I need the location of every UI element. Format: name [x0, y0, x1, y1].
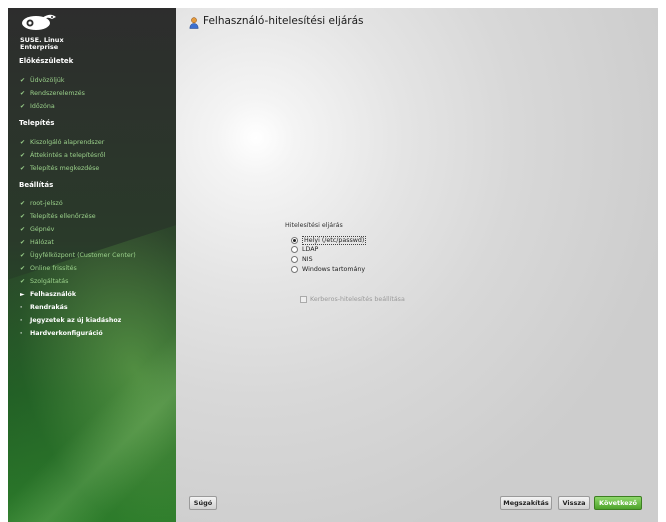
section-title-configuration: Beállítás: [19, 181, 54, 189]
sidebar-item-label: Rendrakás: [30, 304, 68, 311]
radio-label: NIS: [302, 256, 313, 263]
sidebar-item-online-update: ✔ Online frissítés: [20, 265, 77, 272]
sidebar-item-hardware-config: · Hardverkonfiguráció: [20, 330, 103, 337]
bullet-icon: ·: [20, 330, 23, 337]
back-button[interactable]: Vissza: [558, 496, 590, 510]
radio-windows-domain[interactable]: Windows tartomány: [291, 266, 365, 273]
sidebar-item-system-analysis: ✔ Rendszerelemzés: [20, 90, 85, 97]
radio-button[interactable]: [291, 256, 298, 263]
radio-local[interactable]: Helyi (/etc/passwd): [291, 236, 367, 245]
sidebar-item-customer-center: ✔ Ügyfélközpont (Customer Center): [20, 252, 136, 259]
section-title-installation: Telepítés: [19, 119, 55, 127]
abort-button[interactable]: Megszakítás: [500, 496, 552, 510]
sidebar-item-label: Telepítés ellenőrzése: [30, 213, 96, 220]
radio-label: Windows tartomány: [302, 266, 366, 273]
check-icon: ✔: [20, 103, 26, 110]
sidebar-item-server-base: ✔ Kiszolgáló alaprendszer: [20, 139, 104, 146]
radio-nis[interactable]: NIS: [291, 256, 313, 263]
brand-line-2: Enterprise: [20, 43, 59, 51]
sidebar-item-label: Üdvözöljük: [30, 77, 65, 84]
sidebar-item-label: Ügyfélközpont (Customer Center): [30, 252, 136, 259]
radio-button[interactable]: [291, 246, 298, 253]
check-icon: ✔: [20, 239, 26, 246]
sidebar-item-network: ✔ Hálózat: [20, 239, 54, 246]
user-icon: [189, 17, 199, 29]
checkbox-box[interactable]: [300, 296, 307, 303]
page-title: Felhasználó-hitelesítési eljárás: [203, 15, 364, 27]
sidebar-item-label: Időzóna: [30, 103, 55, 110]
check-icon: ✔: [20, 152, 26, 159]
check-icon: ✔: [20, 265, 26, 272]
sidebar-item-label: Szolgáltatás: [30, 278, 69, 285]
kerberos-label: Kerberos-hitelesítés beállítása: [310, 296, 405, 303]
check-icon: ✔: [20, 252, 26, 259]
check-icon: ✔: [20, 226, 26, 233]
sidebar-item-release-notes: · Jegyzetek az új kiadáshoz: [20, 317, 121, 324]
check-icon: ✔: [20, 90, 26, 97]
sidebar-item-label: Online frissítés: [30, 265, 77, 272]
arrow-right-icon: ►: [20, 291, 25, 298]
check-icon: ✔: [20, 139, 26, 146]
check-icon: ✔: [20, 200, 26, 207]
radio-label: LDAP: [302, 246, 319, 253]
main-content: [176, 8, 658, 522]
sidebar-item-label: Kiszolgáló alaprendszer: [30, 139, 105, 146]
bullet-icon: ·: [20, 317, 23, 324]
radio-button[interactable]: [291, 237, 298, 244]
check-icon: ✔: [20, 77, 26, 84]
sidebar-item-start-install: ✔ Telepítés megkezdése: [20, 165, 99, 172]
sidebar-item-label: Telepítés megkezdése: [30, 165, 100, 172]
bullet-icon: ·: [20, 304, 23, 311]
check-icon: ✔: [20, 165, 26, 172]
sidebar-item-install-check: ✔ Telepítés ellenőrzése: [20, 213, 96, 220]
section-title-preparation: Előkészületek: [19, 57, 74, 65]
radio-ldap[interactable]: LDAP: [291, 246, 318, 253]
sidebar-item-label: Jegyzetek az új kiadáshoz: [30, 317, 122, 324]
radio-button[interactable]: [291, 266, 298, 273]
sidebar-item-label: Hálózat: [30, 239, 54, 246]
sidebar-item-label: Hardverkonfiguráció: [30, 330, 103, 337]
sidebar-item-users: ► Felhasználók: [20, 291, 76, 298]
sidebar-item-hostname: ✔ Gépnév: [20, 226, 54, 233]
check-icon: ✔: [20, 278, 26, 285]
sidebar-item-timezone: ✔ Időzóna: [20, 103, 55, 110]
suse-chameleon-logo: [22, 14, 56, 30]
brand-text: SUSE. Linux Enterprise: [20, 37, 64, 51]
kerberos-checkbox[interactable]: Kerberos-hitelesítés beállítása: [300, 296, 405, 303]
sidebar-item-label: Rendszerelemzés: [30, 90, 85, 97]
sidebar-item-service: ✔ Szolgáltatás: [20, 278, 68, 285]
sidebar-item-welcome: ✔ Üdvözöljük: [20, 77, 64, 84]
sidebar-item-label: Felhasználók: [30, 291, 77, 298]
radio-label: Helyi (/etc/passwd): [302, 236, 367, 245]
sidebar-item-install-overview: ✔ Áttekintés a telepítésről: [20, 152, 105, 159]
check-icon: ✔: [20, 213, 26, 220]
sidebar-item-label: Áttekintés a telepítésről: [30, 152, 106, 159]
sidebar-item-label: Gépnév: [30, 226, 55, 233]
help-button[interactable]: Súgó: [189, 496, 217, 510]
sidebar-item-label: root-jelszó: [30, 200, 63, 207]
sidebar-item-root-password: ✔ root-jelszó: [20, 200, 63, 207]
auth-method-group-label: Hitelesítési eljárás: [285, 222, 343, 229]
sidebar-item-cleanup: · Rendrakás: [20, 304, 68, 311]
next-button[interactable]: Következő: [594, 496, 642, 510]
